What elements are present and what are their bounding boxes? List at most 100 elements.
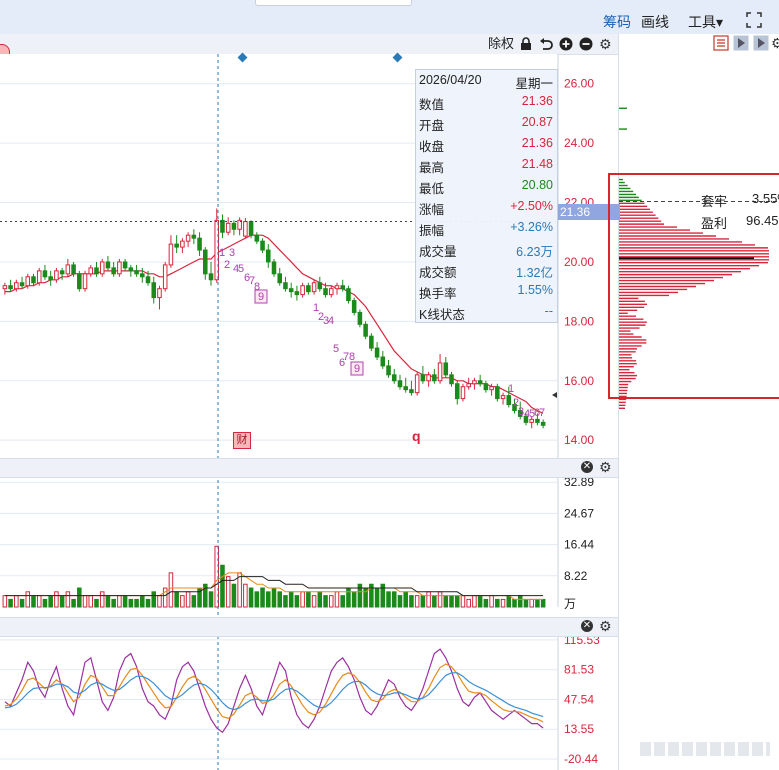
- volume-bar: [391, 591, 397, 608]
- volume-bar: [134, 598, 139, 608]
- volume-bar: [185, 591, 191, 608]
- info-row: 开盘 20.87: [416, 112, 557, 133]
- candle: [540, 421, 546, 426]
- volume-bar: [317, 591, 323, 608]
- candle: [466, 383, 471, 388]
- finance-marker[interactable]: 财: [233, 432, 251, 449]
- exright-button[interactable]: 除权: [488, 36, 514, 52]
- candle: [25, 276, 31, 287]
- candle: [71, 264, 76, 275]
- td-label: 4: [328, 315, 334, 327]
- gear-icon[interactable]: ⚙: [771, 36, 779, 50]
- volume-bar: [460, 595, 466, 608]
- candle: [88, 267, 94, 275]
- info-key: 数值: [419, 98, 445, 112]
- volume-bar: [535, 598, 540, 608]
- candle: [386, 365, 391, 376]
- volume-bar: [277, 591, 283, 608]
- td-label: 1: [508, 383, 514, 395]
- volume-bar: [65, 591, 71, 608]
- volume-bar: [397, 595, 403, 608]
- volume-bar: [483, 598, 489, 608]
- info-row: 振幅 +3.26%: [416, 217, 557, 238]
- candle: [265, 249, 271, 263]
- info-key: 振幅: [419, 224, 445, 238]
- zoom-in-icon[interactable]: [559, 37, 573, 51]
- info-key: 成交额: [419, 266, 457, 280]
- info-value: 1.55%: [517, 283, 553, 297]
- info-row: 换手率 1.55%: [416, 280, 557, 301]
- y-tick-label: 16.00: [564, 374, 594, 388]
- close-icon[interactable]: ✕: [581, 461, 593, 473]
- arrow-icon: [552, 392, 557, 398]
- close-icon[interactable]: ✕: [581, 620, 593, 632]
- volume-bar: [99, 591, 105, 608]
- volume-bar: [426, 591, 431, 608]
- candle: [489, 386, 494, 391]
- volume-bar: [220, 564, 225, 608]
- search-input[interactable]: [255, 0, 412, 6]
- kdj-line: [4, 663, 544, 723]
- nav-chips[interactable]: 筹码: [603, 12, 631, 32]
- play-icon[interactable]: [753, 35, 769, 51]
- volume-bar: [243, 583, 248, 608]
- info-row: 成交量 6.23万: [416, 238, 557, 259]
- td-label: 1: [219, 247, 225, 259]
- play-icon[interactable]: [733, 35, 749, 51]
- info-value: 21.48: [521, 157, 553, 171]
- td-label: 7: [539, 407, 545, 419]
- volume-bar: [122, 595, 128, 608]
- candle: [288, 288, 294, 293]
- list-icon[interactable]: [713, 35, 729, 51]
- gear-icon[interactable]: ⚙: [599, 37, 612, 51]
- expand-icon[interactable]: [746, 12, 762, 28]
- candle: [140, 273, 145, 278]
- volume-bar: [443, 595, 449, 608]
- candle: [36, 270, 42, 284]
- info-value: 1.32亿: [516, 266, 553, 280]
- y-tick-label: 13.55: [564, 722, 594, 736]
- volume-bar: [2, 595, 8, 608]
- volume-bar: [409, 595, 414, 608]
- candle: [248, 221, 254, 236]
- candle: [31, 276, 36, 284]
- candle: [65, 264, 71, 275]
- info-value: 21.36: [521, 94, 553, 108]
- candle: [2, 285, 8, 290]
- volume-bar: [254, 591, 260, 608]
- candle: [243, 221, 248, 237]
- volume-bar: [294, 595, 300, 608]
- volume-bar: [414, 595, 420, 608]
- y-tick-label: -20.44: [564, 752, 598, 766]
- candle: [197, 237, 202, 251]
- top-bar: 筹码 画线 工具▾: [0, 0, 779, 35]
- price-axis: 26.0024.0022.0020.0018.0016.0014.00: [564, 77, 594, 447]
- zoom-out-icon[interactable]: [579, 37, 593, 51]
- chart-toolbar: 除权 ⚙ ?: [0, 34, 636, 62]
- candle: [323, 288, 328, 296]
- candle: [454, 383, 460, 400]
- candle: [8, 285, 13, 290]
- nav-draw[interactable]: 画线: [641, 12, 669, 32]
- volume-bar: [432, 595, 437, 608]
- candle: [105, 261, 111, 269]
- volume-bar: [42, 598, 48, 608]
- y-tick-label: 8.22: [564, 569, 588, 583]
- lock-icon[interactable]: [520, 37, 532, 51]
- candle: [111, 267, 116, 275]
- candle: [374, 347, 380, 358]
- gear-icon[interactable]: ⚙: [599, 460, 612, 474]
- info-row: 涨幅 +2.50%: [416, 196, 557, 217]
- nav-tools[interactable]: 工具▾: [688, 12, 723, 32]
- q-marker[interactable]: q: [412, 428, 421, 444]
- candle: [59, 270, 65, 275]
- gear-icon[interactable]: ⚙: [599, 619, 612, 633]
- info-key: 最低: [419, 182, 445, 196]
- candle: [231, 222, 237, 230]
- candle: [203, 249, 208, 275]
- volume-bar: [208, 591, 214, 608]
- trapped-label: 套牢: [701, 194, 728, 209]
- volume-bar: [306, 591, 311, 608]
- undo-icon[interactable]: [539, 37, 553, 51]
- profit-value: 96.45%: [746, 213, 779, 228]
